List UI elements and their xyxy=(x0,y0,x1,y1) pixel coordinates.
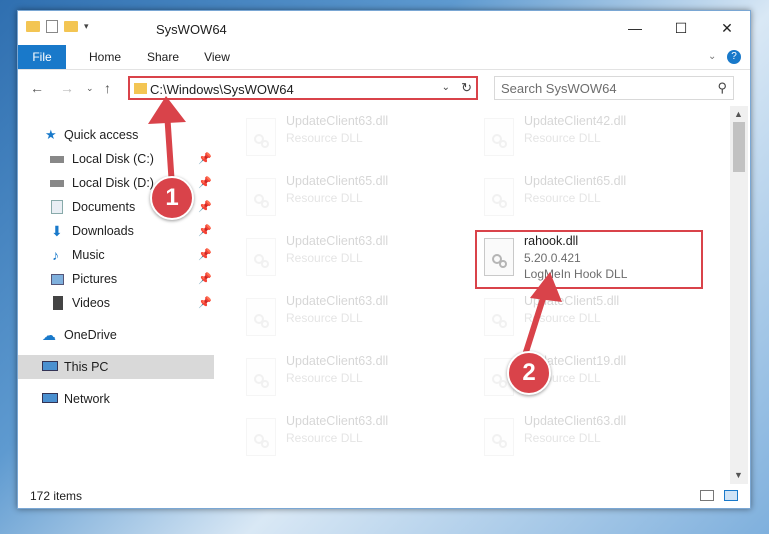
dll-file-icon xyxy=(246,298,276,336)
status-bar: 172 items xyxy=(18,484,750,508)
new-folder-icon[interactable] xyxy=(64,21,78,32)
file-item[interactable]: UpdateClient65.dll Resource DLL xyxy=(240,170,466,226)
navigation-pane: ★ Quick access Local Disk (C:) 📌 Local D… xyxy=(18,106,214,484)
dll-file-icon xyxy=(484,118,514,156)
dll-file-icon xyxy=(484,298,514,336)
file-item[interactable]: UpdateClient63.dll Resource DLL xyxy=(478,410,704,466)
nav-downloads[interactable]: ⬇ Downloads 📌 xyxy=(18,219,214,243)
pin-icon[interactable]: 📌 xyxy=(198,291,212,315)
vertical-scrollbar[interactable]: ▲ ▼ xyxy=(730,106,748,484)
file-item[interactable]: UpdateClient5.dll Resource DLL xyxy=(478,290,704,346)
dll-file-icon xyxy=(484,418,514,456)
nav-music[interactable]: ♪ Music 📌 xyxy=(18,243,214,267)
nav-videos[interactable]: Videos 📌 xyxy=(18,291,214,315)
pin-icon[interactable]: 📌 xyxy=(198,243,212,267)
cloud-icon: ☁ xyxy=(42,327,56,343)
music-note-icon: ♪ xyxy=(52,247,59,263)
pin-icon[interactable]: 📌 xyxy=(198,219,212,243)
folder-icon xyxy=(134,83,147,94)
window-title: SysWOW64 xyxy=(156,22,227,37)
nav-quick-access[interactable]: ★ Quick access xyxy=(18,123,214,147)
title-bar: ▾ SysWOW64 — ☐ ✕ xyxy=(18,11,750,45)
expand-ribbon-icon[interactable]: ⌄ xyxy=(708,51,716,62)
tab-home[interactable]: Home xyxy=(80,45,130,69)
large-icons-view-icon[interactable] xyxy=(724,490,738,501)
ribbon: File Home Share View ⌄ ? xyxy=(18,45,750,70)
dll-file-icon xyxy=(246,358,276,396)
minimize-button[interactable]: — xyxy=(612,11,658,45)
chevron-down-icon[interactable]: ⌄ xyxy=(442,82,450,93)
scroll-thumb[interactable] xyxy=(733,122,745,172)
tab-share[interactable]: Share xyxy=(138,45,188,69)
network-icon xyxy=(42,393,58,403)
tab-file[interactable]: File xyxy=(18,45,66,69)
address-bar[interactable]: C:\Windows\SysWOW64 ⌄ ↻ xyxy=(128,76,478,100)
file-item[interactable]: UpdateClient63.dll Resource DLL xyxy=(240,230,466,286)
rahook-highlight-box xyxy=(475,230,703,289)
scroll-down-icon[interactable]: ▼ xyxy=(734,470,743,480)
dll-file-icon xyxy=(246,118,276,156)
download-arrow-icon: ⬇ xyxy=(51,223,63,239)
film-icon xyxy=(53,296,63,310)
tab-view[interactable]: View xyxy=(194,45,240,69)
step-1-badge: 1 xyxy=(150,176,194,220)
search-icon[interactable]: ⚲ xyxy=(717,80,727,96)
drive-icon xyxy=(50,156,64,163)
computer-icon xyxy=(42,361,58,371)
nav-onedrive[interactable]: ☁ OneDrive xyxy=(18,323,214,347)
nav-local-disk-c[interactable]: Local Disk (C:) 📌 xyxy=(18,147,214,171)
help-icon[interactable]: ? xyxy=(727,50,741,64)
quick-access-toolbar: ▾ xyxy=(26,20,89,33)
properties-icon[interactable] xyxy=(46,20,58,33)
back-arrow-icon[interactable]: ← xyxy=(30,80,44,96)
drive-icon xyxy=(50,180,64,187)
nav-pictures[interactable]: Pictures 📌 xyxy=(18,267,214,291)
maximize-button[interactable]: ☐ xyxy=(658,11,704,45)
pin-icon[interactable]: 📌 xyxy=(198,147,212,171)
up-arrow-icon[interactable]: ↑ xyxy=(104,80,111,96)
explorer-window: ▾ SysWOW64 — ☐ ✕ File Home Share View ⌄ … xyxy=(17,10,751,509)
pin-icon[interactable]: 📌 xyxy=(198,195,212,219)
item-count: 172 items xyxy=(30,489,83,503)
details-view-icon[interactable] xyxy=(700,490,714,501)
file-item[interactable]: UpdateClient63.dll Resource DLL xyxy=(240,110,466,166)
file-item[interactable]: UpdateClient63.dll Resource DLL xyxy=(240,410,466,466)
customize-qat-icon[interactable]: ▾ xyxy=(84,21,89,32)
star-icon: ★ xyxy=(45,127,57,142)
scroll-up-icon[interactable]: ▲ xyxy=(734,109,743,119)
picture-icon xyxy=(51,274,64,285)
search-placeholder: Search SysWOW64 xyxy=(501,81,617,96)
document-icon xyxy=(51,200,63,214)
file-list: UpdateClient63.dll Resource DLL UpdateCl… xyxy=(216,106,730,484)
forward-arrow-icon[interactable]: → xyxy=(60,80,74,96)
recent-locations-icon[interactable]: ⌄ xyxy=(86,83,94,94)
address-row: ← → ⌄ ↑ C:\Windows\SysWOW64 ⌄ ↻ Search S… xyxy=(18,70,750,106)
file-item[interactable]: UpdateClient63.dll Resource DLL xyxy=(240,290,466,346)
pin-icon[interactable]: 📌 xyxy=(198,267,212,291)
file-item[interactable]: UpdateClient63.dll Resource DLL xyxy=(240,350,466,406)
nav-network[interactable]: Network xyxy=(18,387,214,411)
folder-icon[interactable] xyxy=(26,21,40,32)
dll-file-icon xyxy=(484,178,514,216)
dll-file-icon xyxy=(246,238,276,276)
pin-icon[interactable]: 📌 xyxy=(198,171,212,195)
search-box[interactable]: Search SysWOW64 ⚲ xyxy=(494,76,734,100)
address-path: C:\Windows\SysWOW64 xyxy=(150,82,294,97)
file-item[interactable]: UpdateClient65.dll Resource DLL xyxy=(478,170,704,226)
nav-this-pc[interactable]: This PC xyxy=(18,355,214,379)
close-button[interactable]: ✕ xyxy=(704,11,750,45)
step-2-badge: 2 xyxy=(507,351,551,395)
dll-file-icon xyxy=(246,418,276,456)
dll-file-icon xyxy=(246,178,276,216)
file-item[interactable]: UpdateClient42.dll Resource DLL xyxy=(478,110,704,166)
refresh-icon[interactable]: ↻ xyxy=(461,80,472,96)
